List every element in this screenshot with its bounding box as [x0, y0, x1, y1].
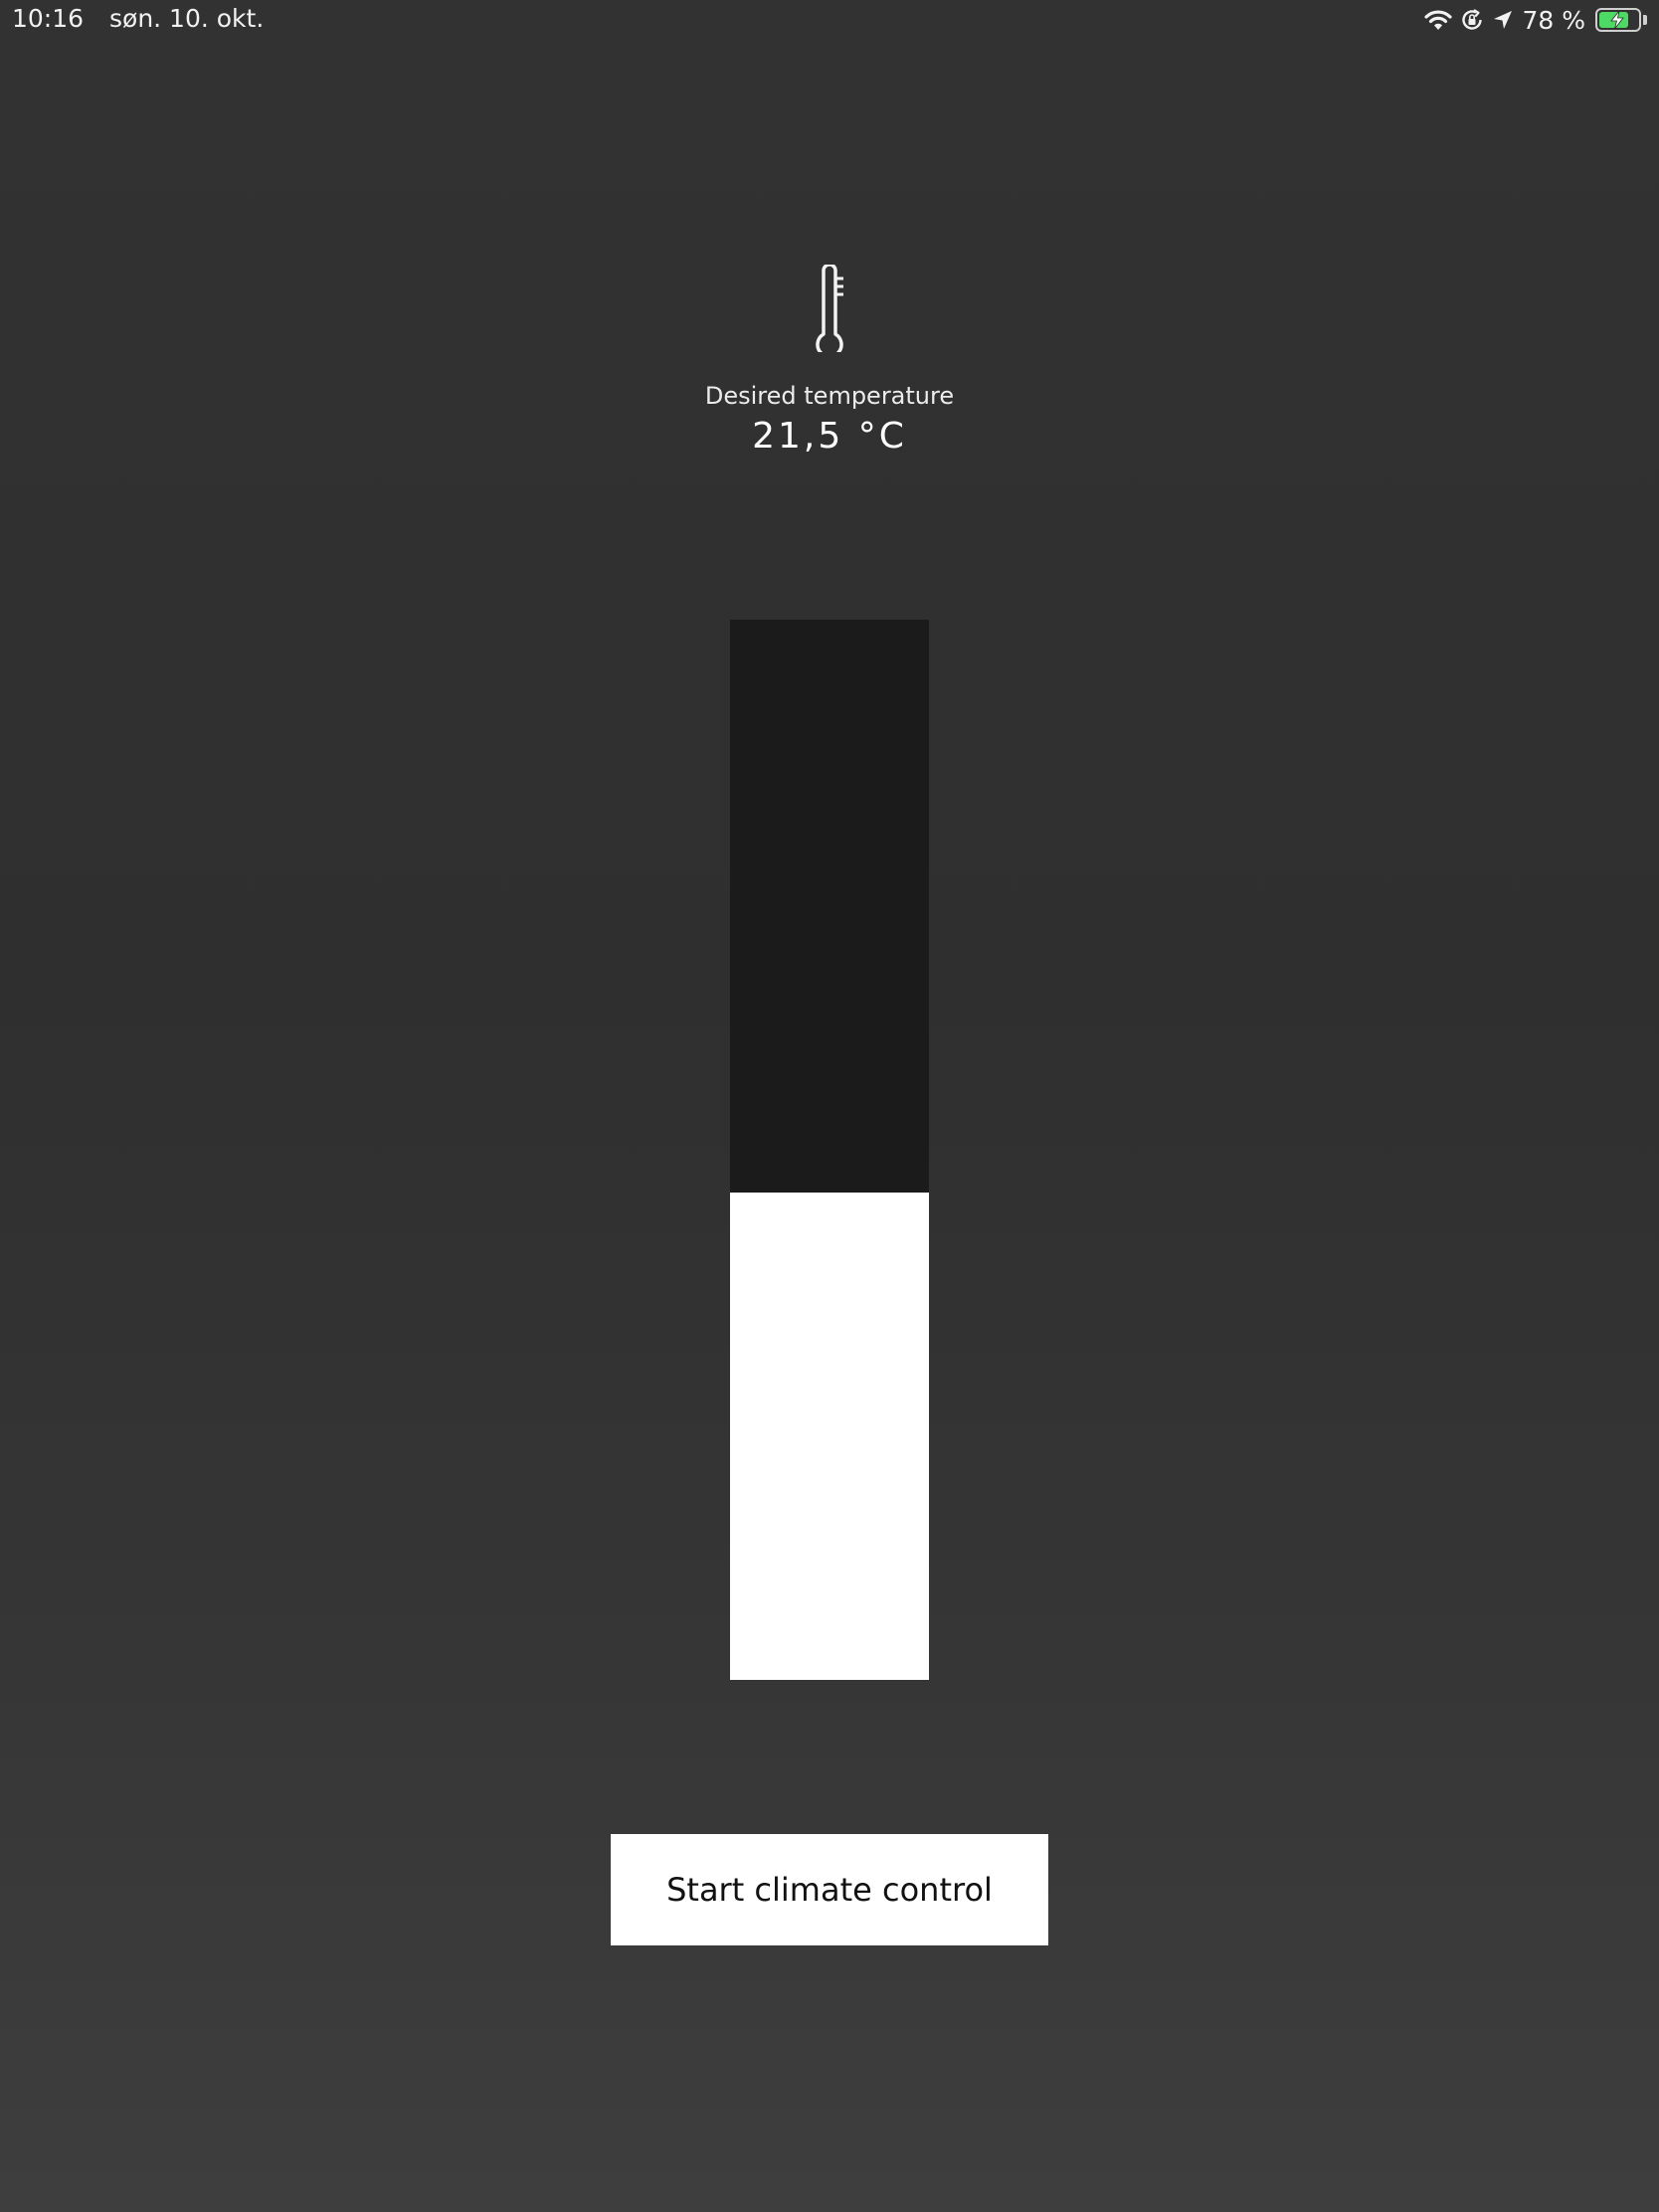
- location-arrow-icon: [1492, 9, 1514, 31]
- status-bar: 10:16 søn. 10. okt. 78 %: [0, 0, 1659, 40]
- desired-temperature-value: 21,5 °C: [752, 416, 907, 457]
- battery-icon: [1595, 8, 1641, 32]
- battery-tip: [1643, 15, 1647, 25]
- temperature-slider[interactable]: [730, 620, 929, 1680]
- start-climate-control-button[interactable]: Start climate control: [611, 1834, 1048, 1945]
- status-time: 10:16: [12, 4, 85, 33]
- orientation-lock-icon: [1460, 8, 1484, 32]
- status-right: 78 %: [1424, 4, 1647, 36]
- desired-temperature-label: Desired temperature: [704, 382, 955, 410]
- battery-percentage: 78 %: [1522, 5, 1585, 35]
- status-left: 10:16 søn. 10. okt.: [12, 4, 264, 33]
- charging-bolt-icon: [1609, 11, 1625, 29]
- thermometer-icon: [810, 263, 849, 359]
- status-date: søn. 10. okt.: [109, 4, 265, 33]
- temperature-slider-fill[interactable]: [730, 1192, 929, 1680]
- wifi-icon: [1424, 9, 1453, 31]
